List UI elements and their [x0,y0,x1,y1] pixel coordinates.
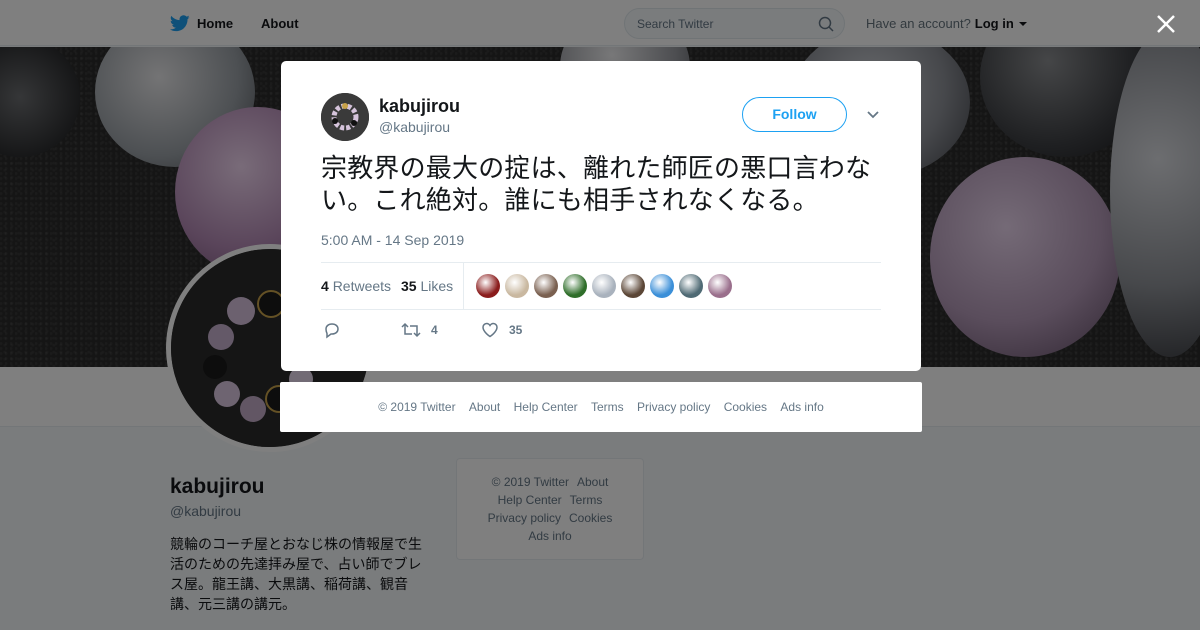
heart-icon [482,322,498,338]
retweet-icon [401,322,421,338]
likes-stat[interactable]: 35 Likes [401,278,453,294]
reply-icon [325,323,339,339]
footer-cookies-link[interactable]: Cookies [724,400,767,414]
footer-help-link[interactable]: Help Center [514,400,578,414]
tweet-author-handle[interactable]: @kabujirou [379,119,450,135]
footer-about-link[interactable]: About [469,400,500,414]
stats-divider [463,263,464,309]
liker-avatar[interactable] [679,274,703,298]
follow-button[interactable]: Follow [742,97,847,132]
close-icon[interactable] [1155,13,1177,35]
likes-count: 35 [401,278,417,294]
liker-avatar[interactable] [476,274,500,298]
tweet-actions: 4 35 [321,319,881,343]
chevron-down-icon[interactable] [866,110,880,120]
like-button[interactable]: 35 [481,321,522,339]
liker-avatar[interactable] [708,274,732,298]
footer-privacy-link[interactable]: Privacy policy [637,400,710,414]
retweets-stat[interactable]: 4 Retweets [321,278,391,294]
liker-avatar[interactable] [505,274,529,298]
tweet-text: 宗教界の最大の掟は、離れた師匠の悪口言わない。これ絶対。誰にも相手されなくなる。 [321,154,872,216]
tweet-author-avatar[interactable] [321,93,369,141]
modal-footer: © 2019 Twitter About Help Center Terms P… [280,382,922,432]
liker-avatar[interactable] [563,274,587,298]
retweets-count: 4 [321,278,329,294]
retweet-count: 4 [431,323,438,337]
footer-copyright: © 2019 Twitter [378,400,456,414]
liker-avatars [476,274,732,298]
footer-ads-link[interactable]: Ads info [780,400,823,414]
tweet-timestamp[interactable]: 5:00 AM - 14 Sep 2019 [321,232,464,248]
liker-avatar[interactable] [534,274,558,298]
bracelet-avatar-image [321,93,369,141]
likes-label: Likes [420,278,454,294]
like-count: 35 [509,323,523,337]
tweet-permalink-modal: kabujirou @kabujirou Follow 宗教界の最大の掟は、離れ… [281,61,921,371]
tweet-stats: 4 Retweets 35 Likes [321,262,881,310]
liker-avatar[interactable] [650,274,674,298]
retweets-label: Retweets [332,278,392,294]
footer-terms-link[interactable]: Terms [591,400,624,414]
tweet-author-name[interactable]: kabujirou [379,96,460,117]
liker-avatar[interactable] [592,274,616,298]
reply-button[interactable] [323,321,341,339]
liker-avatar[interactable] [621,274,645,298]
retweet-button[interactable]: 4 [401,321,438,339]
